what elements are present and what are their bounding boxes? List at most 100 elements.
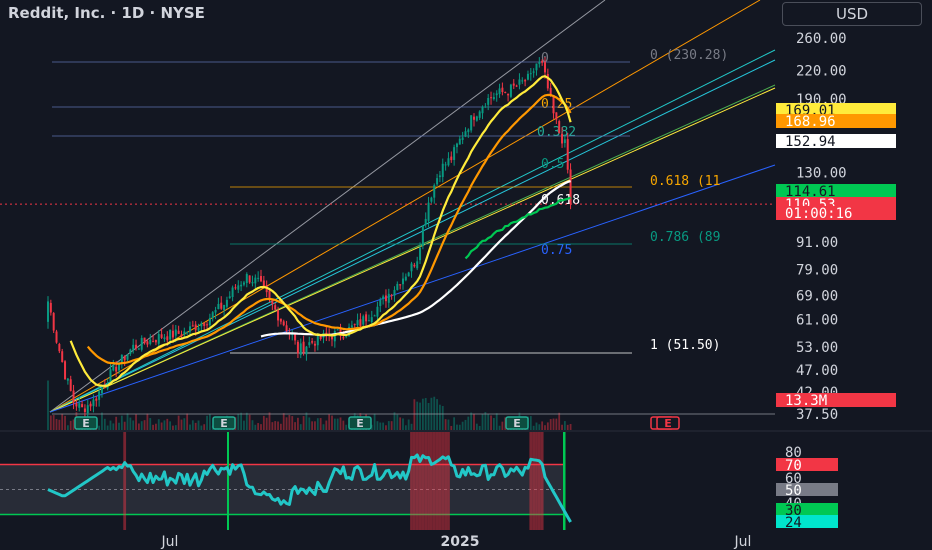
candle-body [555, 112, 558, 120]
volume-bar [339, 417, 342, 430]
volume-bar [191, 420, 194, 430]
volume-bar [115, 416, 118, 430]
price-axis-tick: 37.50 [796, 407, 838, 423]
candle-body [186, 332, 189, 334]
price-tag-label: 168.96 [785, 114, 836, 130]
volume-bar [561, 424, 563, 430]
candle-body [149, 339, 152, 344]
volume-bar [481, 414, 484, 430]
volume-bar [538, 424, 541, 430]
volume-bar [166, 418, 169, 430]
volume-bar [558, 412, 561, 430]
volume-bar [413, 399, 416, 430]
candle-body [240, 284, 243, 287]
price-tag-label: 152.94 [785, 134, 836, 150]
chart-canvas[interactable]: 00.250.3820.50.6180.75 0 (230.28)0.618 (… [0, 0, 932, 550]
candle-body [47, 301, 49, 322]
volume-bar [55, 418, 58, 430]
candle-body [558, 121, 561, 133]
candle-body [262, 280, 265, 287]
volume-bar [118, 422, 120, 430]
candle-body [473, 116, 475, 120]
volume-bar [245, 412, 248, 430]
price-axis-tick: 69.00 [796, 289, 838, 305]
candle-body [393, 289, 396, 296]
candle-body [526, 73, 529, 80]
candle-body [561, 133, 564, 144]
candle-body [55, 331, 58, 343]
volume-bar [47, 380, 49, 430]
candle-body [367, 320, 370, 322]
volume-bar [322, 424, 325, 430]
currency-button[interactable]: USD [782, 2, 922, 26]
candle-body [279, 318, 282, 322]
candle-body [69, 379, 72, 391]
symbol-title[interactable]: Reddit, Inc. · 1D · NYSE [8, 4, 205, 22]
volume-bar [436, 399, 438, 430]
volume-bar [299, 424, 302, 430]
candle-body [61, 351, 64, 362]
candle-body [478, 111, 481, 118]
volume-bar [208, 414, 211, 430]
candle-body [49, 302, 52, 313]
volume-bar [316, 418, 319, 430]
volume-bar [555, 418, 558, 430]
rsi-overbought-highlight [424, 432, 428, 530]
volume-bar [137, 423, 140, 430]
time-axis-label: Jul [734, 534, 752, 550]
volume-bar [66, 425, 69, 430]
candle-body [160, 334, 163, 338]
rsi-tag-label: 24 [785, 515, 802, 531]
price-axis-tick: 61.00 [796, 313, 838, 329]
volume-bar [69, 420, 72, 430]
candle-body [112, 365, 115, 371]
volume-bar [498, 425, 501, 430]
price-axis-tick: 91.00 [796, 235, 838, 251]
candle-body [135, 344, 138, 349]
candle-body [512, 83, 515, 86]
volume-bar [262, 415, 265, 430]
volume-bar [319, 418, 322, 430]
earnings-marker-label: E [664, 417, 672, 430]
volume-bar [396, 414, 399, 430]
volume-bar [467, 416, 470, 430]
volume-bar [373, 413, 376, 430]
volume-bar [152, 424, 154, 430]
price-axis-tick: 130.00 [796, 166, 847, 182]
volume-bar [376, 421, 379, 430]
volume-bar [569, 423, 572, 430]
candle-body [563, 139, 566, 143]
candle-body [254, 277, 257, 284]
volume-bar [441, 405, 444, 430]
volume-bar [123, 421, 126, 430]
candle-body [305, 346, 308, 355]
candle-body [237, 285, 240, 290]
volume-bar [72, 419, 75, 430]
candle-body [336, 329, 339, 331]
candle-body [311, 341, 314, 343]
volume-bar [475, 423, 478, 430]
volume-bar [402, 418, 404, 430]
candle-body [467, 129, 470, 133]
candle-body [197, 327, 200, 331]
volume-bar [183, 418, 186, 430]
time-axis-label: 2025 [441, 534, 480, 550]
candle-body [78, 403, 81, 408]
candle-body [498, 88, 501, 95]
volume-bar [379, 422, 382, 430]
candle-body [282, 321, 285, 326]
candle-body [475, 116, 478, 121]
candle-body [191, 325, 194, 327]
volume-bar [382, 422, 385, 430]
candle-body [490, 97, 493, 99]
candle-body [441, 163, 444, 177]
candle-body [302, 341, 305, 353]
volume-bar [416, 401, 419, 430]
volume-bar [160, 422, 163, 430]
candle-body [370, 317, 373, 323]
volume-bar [390, 421, 393, 430]
volume-bar [126, 413, 129, 430]
candle-body [350, 325, 353, 328]
volume-bar [194, 422, 197, 430]
volume-bar [248, 414, 251, 430]
